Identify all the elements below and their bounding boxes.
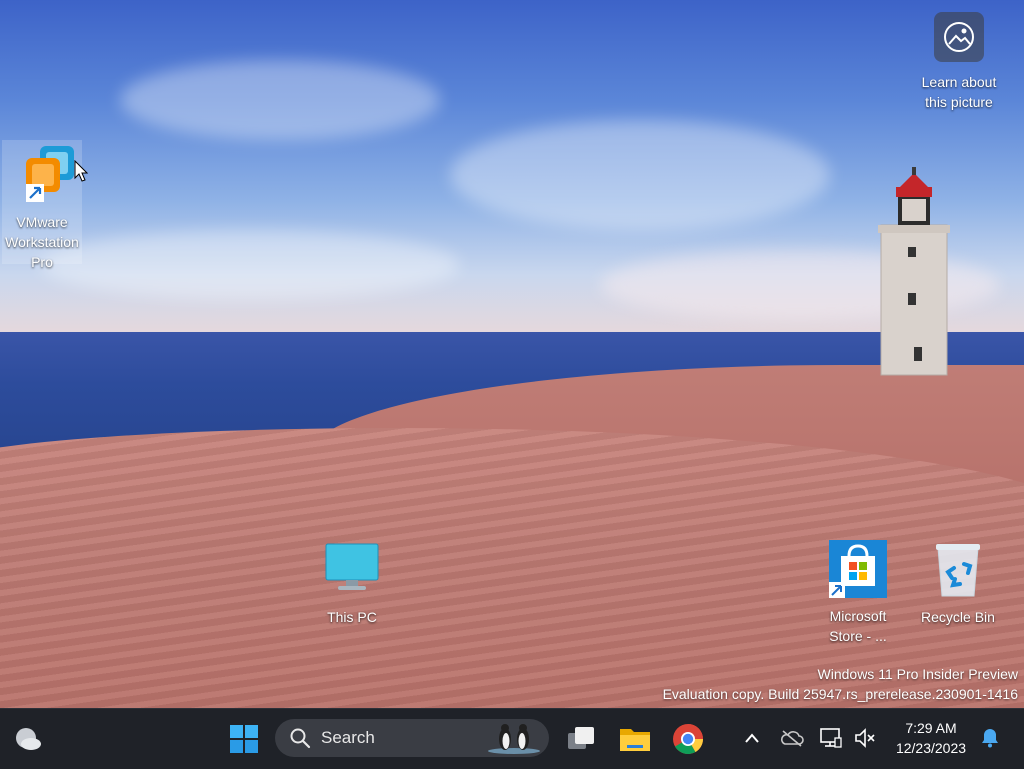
speaker-muted-icon: [855, 728, 875, 748]
chrome-button[interactable]: [668, 719, 708, 759]
penguins-icon: [488, 724, 540, 754]
show-hidden-icons-button[interactable]: [738, 723, 766, 753]
taskbar: Search 7:29 AM 12/23/2023: [0, 708, 1024, 769]
weather-icon: [16, 728, 41, 750]
chevron-up-icon: [745, 733, 759, 743]
wallpaper-cloud: [120, 60, 440, 140]
learn-about-picture-label: Learn about this picture: [921, 74, 997, 110]
desktop-icon-label: Microsoft Store - ...: [829, 608, 887, 644]
folder-icon: [620, 729, 650, 751]
desktop-icon-vmware[interactable]: VMware Workstation Pro: [2, 140, 82, 270]
clock-time: 7:29 AM: [905, 720, 957, 736]
onedrive-offline-icon: [781, 730, 804, 747]
desktop-icon-label: Recycle Bin: [921, 609, 995, 625]
volume-button[interactable]: [850, 723, 880, 753]
network-button[interactable]: [816, 723, 846, 753]
task-view-icon: [568, 727, 594, 749]
wallpaper-cloud: [450, 120, 830, 230]
monitor-icon: [325, 543, 379, 590]
learn-about-picture-button[interactable]: [934, 12, 984, 62]
wallpaper-cloud: [40, 230, 460, 300]
watermark-build: Evaluation copy. Build 25947.rs_prerelea…: [662, 686, 1018, 702]
widgets-button[interactable]: [10, 721, 46, 757]
desktop-icon-label: This PC: [327, 609, 377, 625]
search-icon: [290, 728, 311, 749]
search-placeholder: Search: [321, 728, 375, 747]
desktop-icon-label: VMware Workstation Pro: [5, 214, 79, 270]
notifications-button[interactable]: [978, 723, 1002, 753]
camera-icon: [944, 22, 974, 52]
vmware-icon: [26, 146, 74, 202]
onedrive-button[interactable]: [776, 723, 808, 753]
desktop-icon-recycle-bin[interactable]: Recycle Bin: [918, 540, 998, 627]
start-button[interactable]: [224, 719, 264, 759]
desktop-icon-microsoft-store[interactable]: Microsoft Store - ...: [818, 538, 898, 646]
desktop-icon-this-pc[interactable]: This PC: [312, 542, 392, 627]
clock-date: 12/23/2023: [895, 740, 967, 756]
search-box[interactable]: Search: [275, 719, 549, 757]
network-icon: [820, 728, 842, 748]
bell-icon: [982, 729, 998, 748]
mouse-cursor-icon: [74, 160, 88, 182]
file-explorer-button[interactable]: [615, 719, 655, 759]
desktop: VMware Workstation Pro This PC Microsoft…: [0, 0, 1024, 708]
recycle-bin-icon: [936, 544, 980, 597]
microsoft-store-icon: [829, 540, 887, 598]
windows-logo-icon: [230, 725, 258, 753]
clock[interactable]: 7:29 AM 12/23/2023: [884, 718, 978, 758]
lighthouse-graphic: [878, 167, 950, 376]
windows-watermark: Windows 11 Pro Insider Preview Evaluatio…: [663, 664, 1018, 704]
chrome-icon: [673, 724, 703, 755]
watermark-edition: Windows 11 Pro Insider Preview: [817, 666, 1018, 682]
task-view-button[interactable]: [562, 719, 600, 757]
